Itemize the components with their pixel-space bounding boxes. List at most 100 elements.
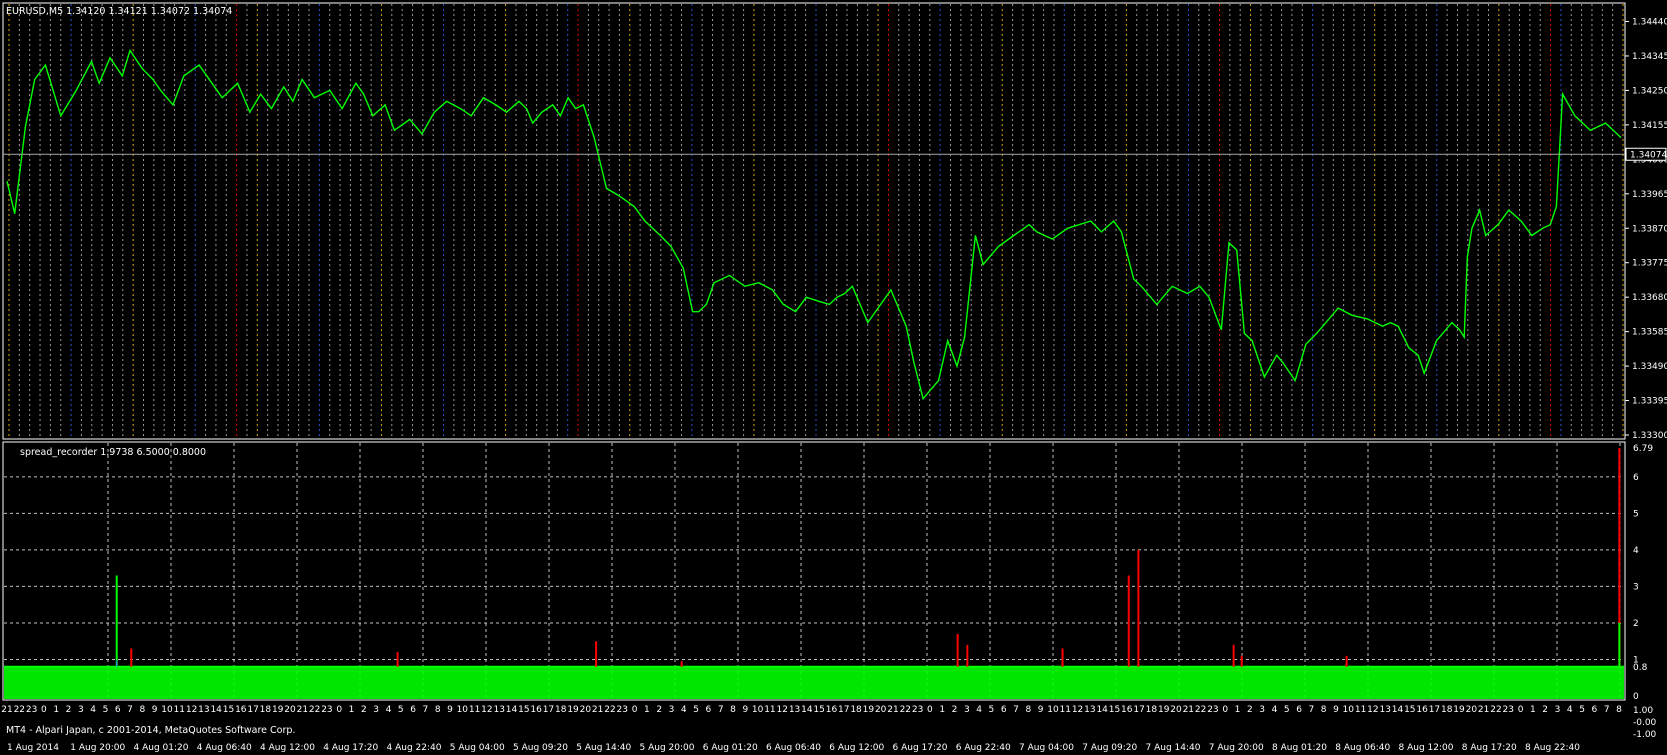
- hour-label: 4: [90, 705, 96, 715]
- date-label: 4 Aug 01:20: [134, 743, 189, 753]
- hour-label: 8: [1616, 705, 1622, 715]
- hour-label: 15: [223, 705, 234, 715]
- hour-label: 5: [989, 705, 995, 715]
- spread-baseline-area: [4, 666, 1624, 699]
- price-tick-label: 1.34250: [1632, 86, 1667, 96]
- hour-axis: 21 22 23 0 1 2 3 4 5 6 7 8 9 10 11 12 13 14 15 16 17 18 19 20 21…: [1, 705, 1622, 715]
- hour-label: 19: [567, 705, 579, 715]
- indicator-tick-label: 3: [1633, 582, 1639, 592]
- indicator-tick-label: 5: [1633, 509, 1639, 519]
- date-axis: 1 Aug 2014 1 Aug 20:00 4 Aug 01:20 4 Aug 06…: [7, 743, 1580, 753]
- hour-label: 14: [210, 705, 222, 715]
- hour-label: 1: [644, 705, 650, 715]
- price-tick-label: 1.34155: [1632, 121, 1667, 131]
- hour-label: 13: [1084, 705, 1095, 715]
- indicator-series: [4, 448, 1624, 699]
- hour-label: 1: [1235, 705, 1241, 715]
- hour-label: 3: [669, 705, 675, 715]
- hour-label: 17: [1133, 705, 1144, 715]
- hour-label: 17: [247, 705, 258, 715]
- hour-label: 8: [435, 705, 441, 715]
- hour-label: 7: [718, 705, 724, 715]
- hour-label: 12: [1367, 705, 1378, 715]
- hour-label: 11: [469, 705, 480, 715]
- indicator-y-axis: 6.796543210.80: [1633, 444, 1653, 702]
- indicator-tick-label: 6.79: [1633, 444, 1653, 454]
- date-label: 8 Aug 06:40: [1335, 743, 1390, 753]
- hour-label: 6: [1001, 705, 1007, 715]
- hour-label: 19: [272, 705, 284, 715]
- hour-label: 11: [1060, 705, 1071, 715]
- hour-label: 0: [1518, 705, 1524, 715]
- hour-label: 4: [976, 705, 982, 715]
- date-label: 1 Aug 2014: [7, 743, 59, 753]
- hour-label: 10: [752, 705, 764, 715]
- hour-label: 21: [592, 705, 603, 715]
- hour-label: 23: [912, 705, 923, 715]
- price-tick-label: 1.33585: [1632, 328, 1667, 338]
- price-tick-label: 1.33965: [1632, 190, 1667, 200]
- hour-label: 13: [789, 705, 800, 715]
- price-series: [6, 48, 1622, 401]
- hour-label: 13: [493, 705, 504, 715]
- hour-label: 5: [103, 705, 109, 715]
- hour-label: 4: [1567, 705, 1573, 715]
- hour-label: 3: [1555, 705, 1561, 715]
- hour-label: 22: [1195, 705, 1206, 715]
- hour-label: 23: [26, 705, 37, 715]
- hour-label: 1: [53, 705, 59, 715]
- date-label: 8 Aug 17:20: [1462, 743, 1517, 753]
- date-label: 4 Aug 17:20: [323, 743, 378, 753]
- date-label: 8 Aug 01:20: [1272, 743, 1327, 753]
- hour-label: 15: [518, 705, 529, 715]
- price-tick-label: 1.34440: [1632, 18, 1667, 28]
- hour-label: 2: [1542, 705, 1548, 715]
- hour-label: 5: [1579, 705, 1585, 715]
- hour-label: 22: [604, 705, 615, 715]
- indicator-panel-frame: [2, 441, 1626, 701]
- price-panel[interactable]: 1.344401.343451.342501.341551.340601.339…: [2, 2, 1667, 441]
- hour-label: 23: [1207, 705, 1218, 715]
- hour-label: 21: [1183, 705, 1194, 715]
- hour-label: 7: [1013, 705, 1019, 715]
- hour-label: 21: [297, 705, 308, 715]
- hour-label: 11: [764, 705, 775, 715]
- hour-label: 5: [1284, 705, 1290, 715]
- price-tick-label: 1.33300: [1632, 431, 1667, 441]
- hour-label: 21: [1478, 705, 1489, 715]
- date-label: 7 Aug 14:40: [1146, 743, 1201, 753]
- hour-label: 7: [1308, 705, 1314, 715]
- hour-label: 12: [777, 705, 788, 715]
- hour-label: 14: [1392, 705, 1404, 715]
- price-vertical-grid: [8, 4, 1624, 438]
- price-tick-label: 1.33490: [1632, 362, 1667, 372]
- hour-label: 11: [1355, 705, 1366, 715]
- hour-label: 10: [457, 705, 469, 715]
- hour-label: 4: [681, 705, 687, 715]
- hour-label: 20: [284, 705, 296, 715]
- footer-text: MT4 - Alpari Japan, c 2001-2014, MetaQuo…: [6, 725, 295, 736]
- hour-label: 7: [1604, 705, 1610, 715]
- date-label: 6 Aug 22:40: [956, 743, 1011, 753]
- hour-label: 18: [850, 705, 862, 715]
- hour-label: 15: [813, 705, 824, 715]
- chart-canvas: 1.344401.343451.342501.341551.340601.339…: [1, 2, 1667, 753]
- indicator-tick-label: 4: [1633, 546, 1639, 556]
- hour-label: 7: [127, 705, 133, 715]
- date-label: 4 Aug 12:00: [260, 743, 315, 753]
- hour-label: 22: [1490, 705, 1501, 715]
- hour-label: 1: [1530, 705, 1536, 715]
- indicator-panel[interactable]: 6.796543210.80 spread_recorder 1.9738 6.…: [2, 441, 1653, 702]
- hour-label: 4: [386, 705, 392, 715]
- hour-label: 20: [1466, 705, 1478, 715]
- price-y-axis: 1.344401.343451.342501.341551.340601.339…: [1625, 18, 1667, 441]
- date-label: 5 Aug 04:00: [450, 743, 505, 753]
- hour-label: 6: [1296, 705, 1302, 715]
- indicator-title: spread_recorder 1.9738 6.5000 0.8000: [20, 447, 206, 458]
- date-label: 5 Aug 09:20: [513, 743, 568, 753]
- hour-label: 7: [423, 705, 429, 715]
- hour-label: 13: [198, 705, 209, 715]
- hour-label: 16: [826, 705, 838, 715]
- indicator-tick-label: 0.8: [1633, 663, 1648, 673]
- hour-label: 14: [1096, 705, 1108, 715]
